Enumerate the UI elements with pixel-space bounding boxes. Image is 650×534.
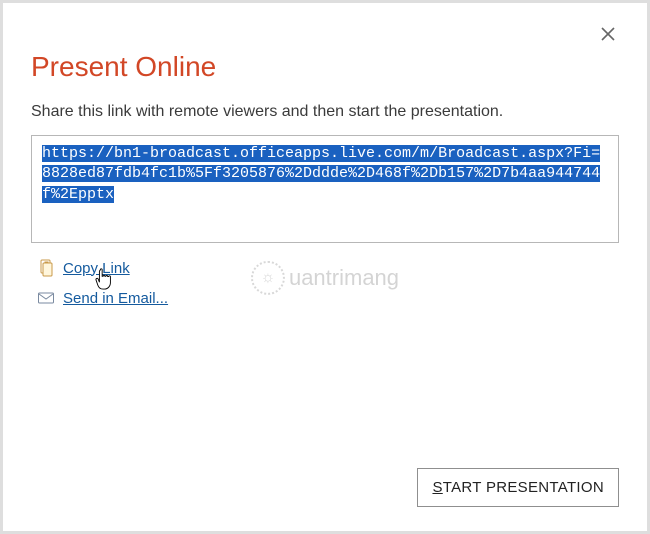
dialog-subtitle: Share this link with remote viewers and … [31, 103, 619, 121]
start-button-hotkey: S [432, 479, 442, 496]
present-online-dialog: Present Online Share this link with remo… [5, 5, 645, 529]
start-button-label-rest: TART PRESENTATION [443, 479, 604, 496]
copy-link-button[interactable]: Copy Link [63, 260, 130, 277]
clipboard-icon [37, 259, 55, 277]
start-presentation-button[interactable]: START PRESENTATION [417, 468, 619, 507]
dialog-footer: START PRESENTATION [417, 468, 619, 507]
send-email-button[interactable]: Send in Email... [63, 290, 168, 307]
close-icon [600, 26, 616, 42]
close-button[interactable] [597, 23, 619, 45]
dialog-frame: Present Online Share this link with remo… [0, 0, 650, 534]
share-link-text: https://bn1-broadcast.officeapps.live.co… [42, 145, 600, 203]
share-link-field[interactable]: https://bn1-broadcast.officeapps.live.co… [31, 135, 619, 243]
link-actions: Copy Link Send in Email... [31, 259, 619, 307]
titlebar [31, 23, 619, 45]
copy-link-row: Copy Link [37, 259, 619, 277]
dialog-title: Present Online [31, 51, 619, 83]
send-email-row: Send in Email... [37, 289, 619, 307]
envelope-icon [37, 289, 55, 307]
